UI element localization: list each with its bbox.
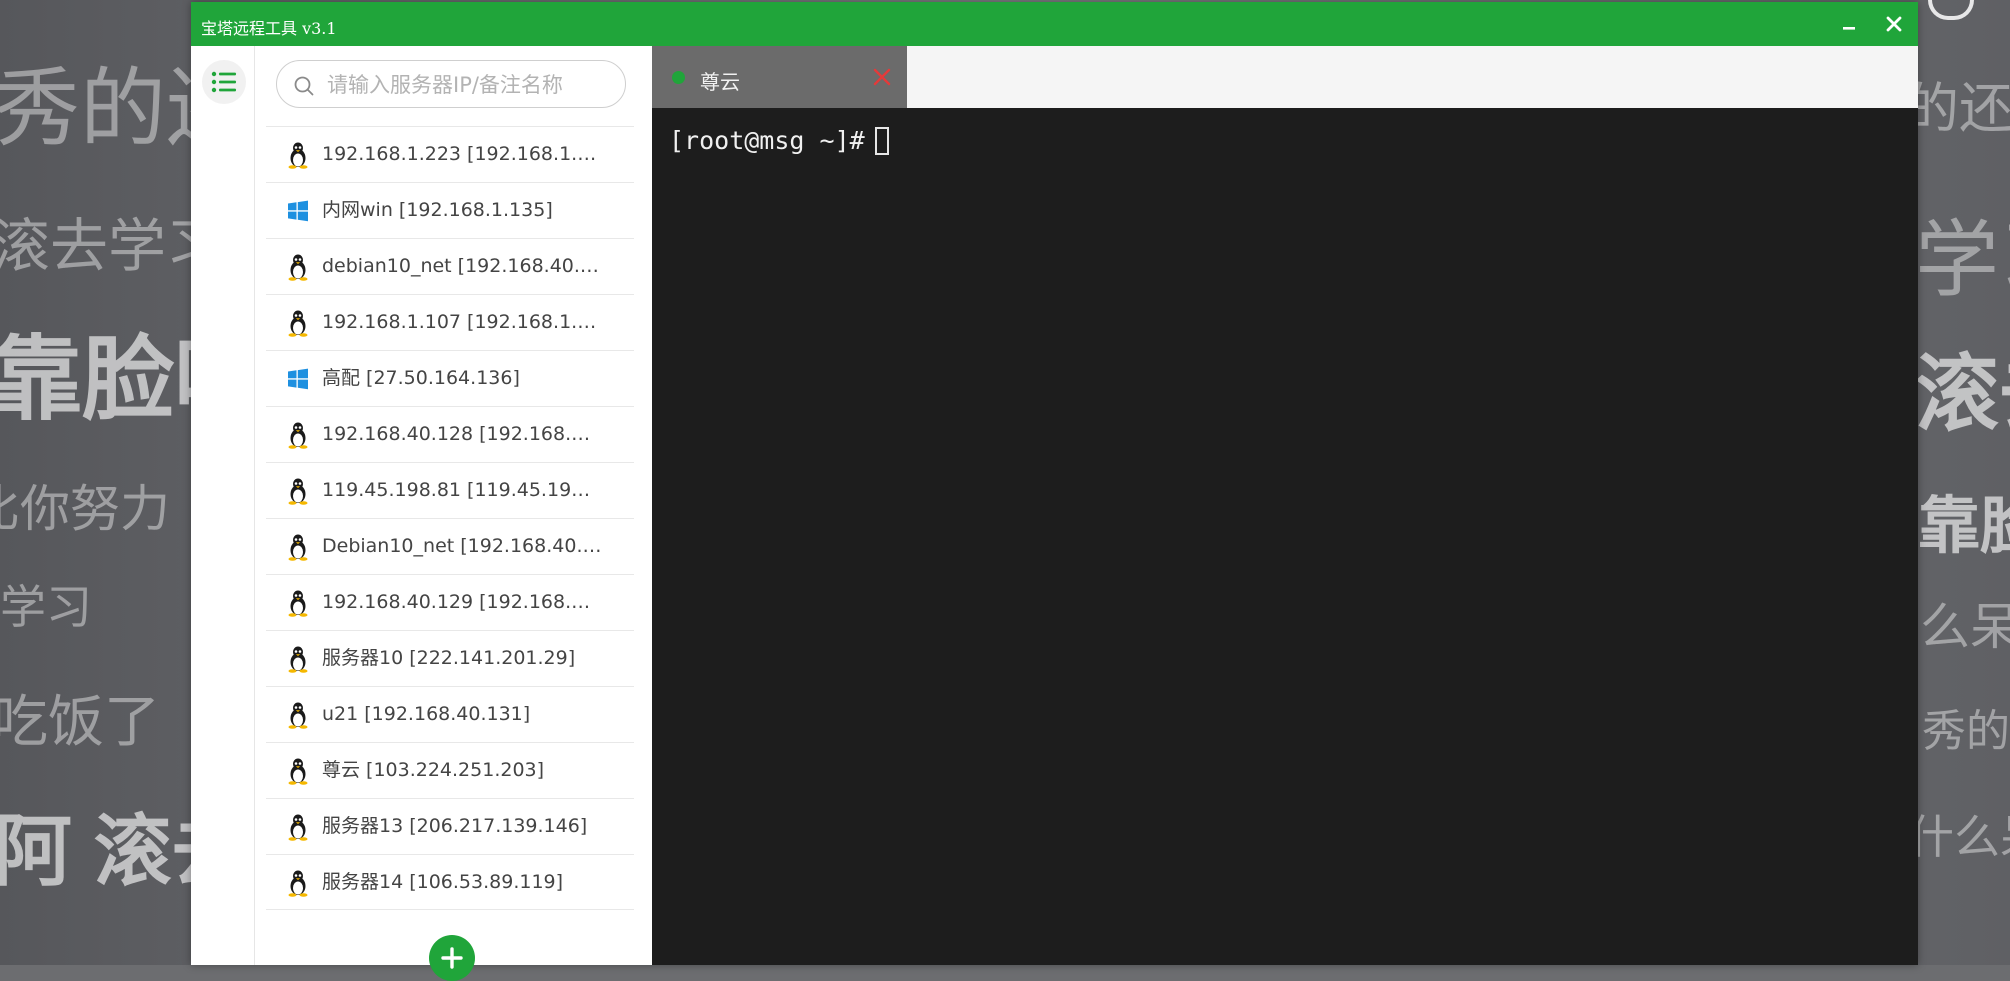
terminal-cursor	[874, 126, 889, 155]
wallpaper-text: 么呆啊	[1920, 599, 2010, 655]
server-list-item[interactable]: 高配 [27.50.164.136]	[266, 350, 634, 406]
search-box	[276, 60, 626, 108]
server-label: debian10_net [192.168.40.130]	[322, 255, 602, 277]
minimize-button[interactable]	[1832, 8, 1866, 40]
minimize-icon	[1843, 27, 1855, 30]
search-icon	[294, 76, 314, 96]
wallpaper-text: 学习	[1915, 213, 2010, 307]
server-label: 服务器13 [206.217.139.146]	[322, 815, 588, 837]
terminal-prompt-line: [root@msg ~]#	[669, 126, 889, 155]
linux-tux-icon	[288, 142, 308, 169]
close-button[interactable]	[1877, 8, 1911, 40]
server-list-item[interactable]: 尊云 [103.224.251.203]	[266, 742, 634, 798]
plus-icon	[441, 947, 463, 969]
server-label: Debian10_net [192.168.40.86]	[322, 535, 602, 557]
linux-tux-icon	[288, 254, 308, 281]
server-list-panel: 192.168.1.223 [192.168.1.223] 内网win [192.…	[255, 46, 653, 981]
close-icon	[1886, 16, 1902, 32]
windows-logo-icon	[288, 200, 308, 222]
shield-icon	[1928, 0, 1974, 20]
linux-tux-icon	[288, 534, 308, 561]
terminal-output[interactable]: [root@msg ~]#	[652, 108, 1918, 965]
server-label: 192.168.40.129 [192.168.40.129]	[322, 591, 602, 613]
server-list-menu-button[interactable]	[202, 60, 246, 104]
session-tab-label: 尊云	[700, 70, 740, 94]
wallpaper-text: 吃饭了	[0, 690, 160, 753]
app-window: 宝塔远程工具 v3.1 192.168.1.223 [192.168.1.223…	[191, 2, 1918, 981]
server-label: 内网win [192.168.1.135]	[322, 199, 553, 221]
connection-status-dot	[672, 71, 685, 84]
server-list-item[interactable]: 服务器13 [206.217.139.146]	[266, 798, 634, 854]
server-list: 192.168.1.223 [192.168.1.223] 内网win [192.…	[266, 126, 634, 910]
linux-tux-icon	[288, 478, 308, 505]
server-list-item[interactable]: 192.168.40.129 [192.168.40.129]	[266, 574, 634, 630]
list-menu-icon	[211, 71, 236, 93]
linux-tux-icon	[288, 870, 308, 897]
linux-tux-icon	[288, 590, 308, 617]
server-label: 高配 [27.50.164.136]	[322, 367, 520, 389]
server-label: 尊云 [103.224.251.203]	[322, 759, 545, 781]
server-label: 119.45.198.81 [119.45.198.81]	[322, 479, 602, 501]
server-label: 服务器10 [222.141.201.29]	[322, 647, 576, 669]
server-list-item[interactable]: 119.45.198.81 [119.45.198.81]	[266, 462, 634, 518]
linux-tux-icon	[288, 646, 308, 673]
add-server-button[interactable]	[429, 935, 475, 981]
wallpaper-text: 比你努力	[0, 481, 170, 537]
linux-tux-icon	[288, 814, 308, 841]
icon-rail	[191, 46, 255, 965]
server-label: 192.168.1.223 [192.168.1.223]	[322, 143, 602, 165]
terminal-prompt: [root@msg ~]#	[669, 126, 865, 155]
server-label: u21 [192.168.40.131]	[322, 703, 531, 725]
linux-tux-icon	[288, 702, 308, 729]
server-list-item[interactable]: 服务器10 [222.141.201.29]	[266, 630, 634, 686]
server-list-item[interactable]: 内网win [192.168.1.135]	[266, 182, 634, 238]
linux-tux-icon	[288, 758, 308, 785]
linux-tux-icon	[288, 422, 308, 449]
session-tab-bar: 尊云	[652, 46, 1918, 108]
close-tab-icon[interactable]	[870, 65, 894, 89]
wallpaper-text: 秀的还	[1922, 707, 2010, 756]
server-list-item[interactable]: 192.168.1.223 [192.168.1.223]	[266, 126, 634, 182]
wallpaper-text: 什么呆	[1908, 811, 2010, 863]
windows-logo-icon	[288, 368, 308, 390]
wallpaper-text: 学习	[0, 581, 92, 633]
server-label: 192.168.1.107 [192.168.1.107]	[322, 311, 602, 333]
wallpaper-text: 的还	[1905, 79, 2010, 139]
search-input[interactable]	[325, 67, 619, 103]
server-list-item[interactable]: 192.168.1.107 [192.168.1.107]	[266, 294, 634, 350]
server-list-item[interactable]: u21 [192.168.40.131]	[266, 686, 634, 742]
title-bar: 宝塔远程工具 v3.1	[191, 2, 1918, 46]
server-label: 服务器14 [106.53.89.119]	[322, 871, 564, 893]
wallpaper-text: 滚去	[1915, 347, 2010, 441]
linux-tux-icon	[288, 310, 308, 337]
server-list-item[interactable]: Debian10_net [192.168.40.86]	[266, 518, 634, 574]
wallpaper-text: 靠脸	[1918, 492, 2010, 561]
window-title: 宝塔远程工具 v3.1	[201, 19, 337, 38]
session-tab[interactable]: 尊云	[652, 46, 907, 108]
server-label: 192.168.40.128 [192.168.40.128]	[322, 423, 602, 445]
server-list-item[interactable]: 服务器14 [106.53.89.119]	[266, 854, 634, 910]
server-list-item[interactable]: 192.168.40.128 [192.168.40.128]	[266, 406, 634, 462]
server-list-item[interactable]: debian10_net [192.168.40.130]	[266, 238, 634, 294]
